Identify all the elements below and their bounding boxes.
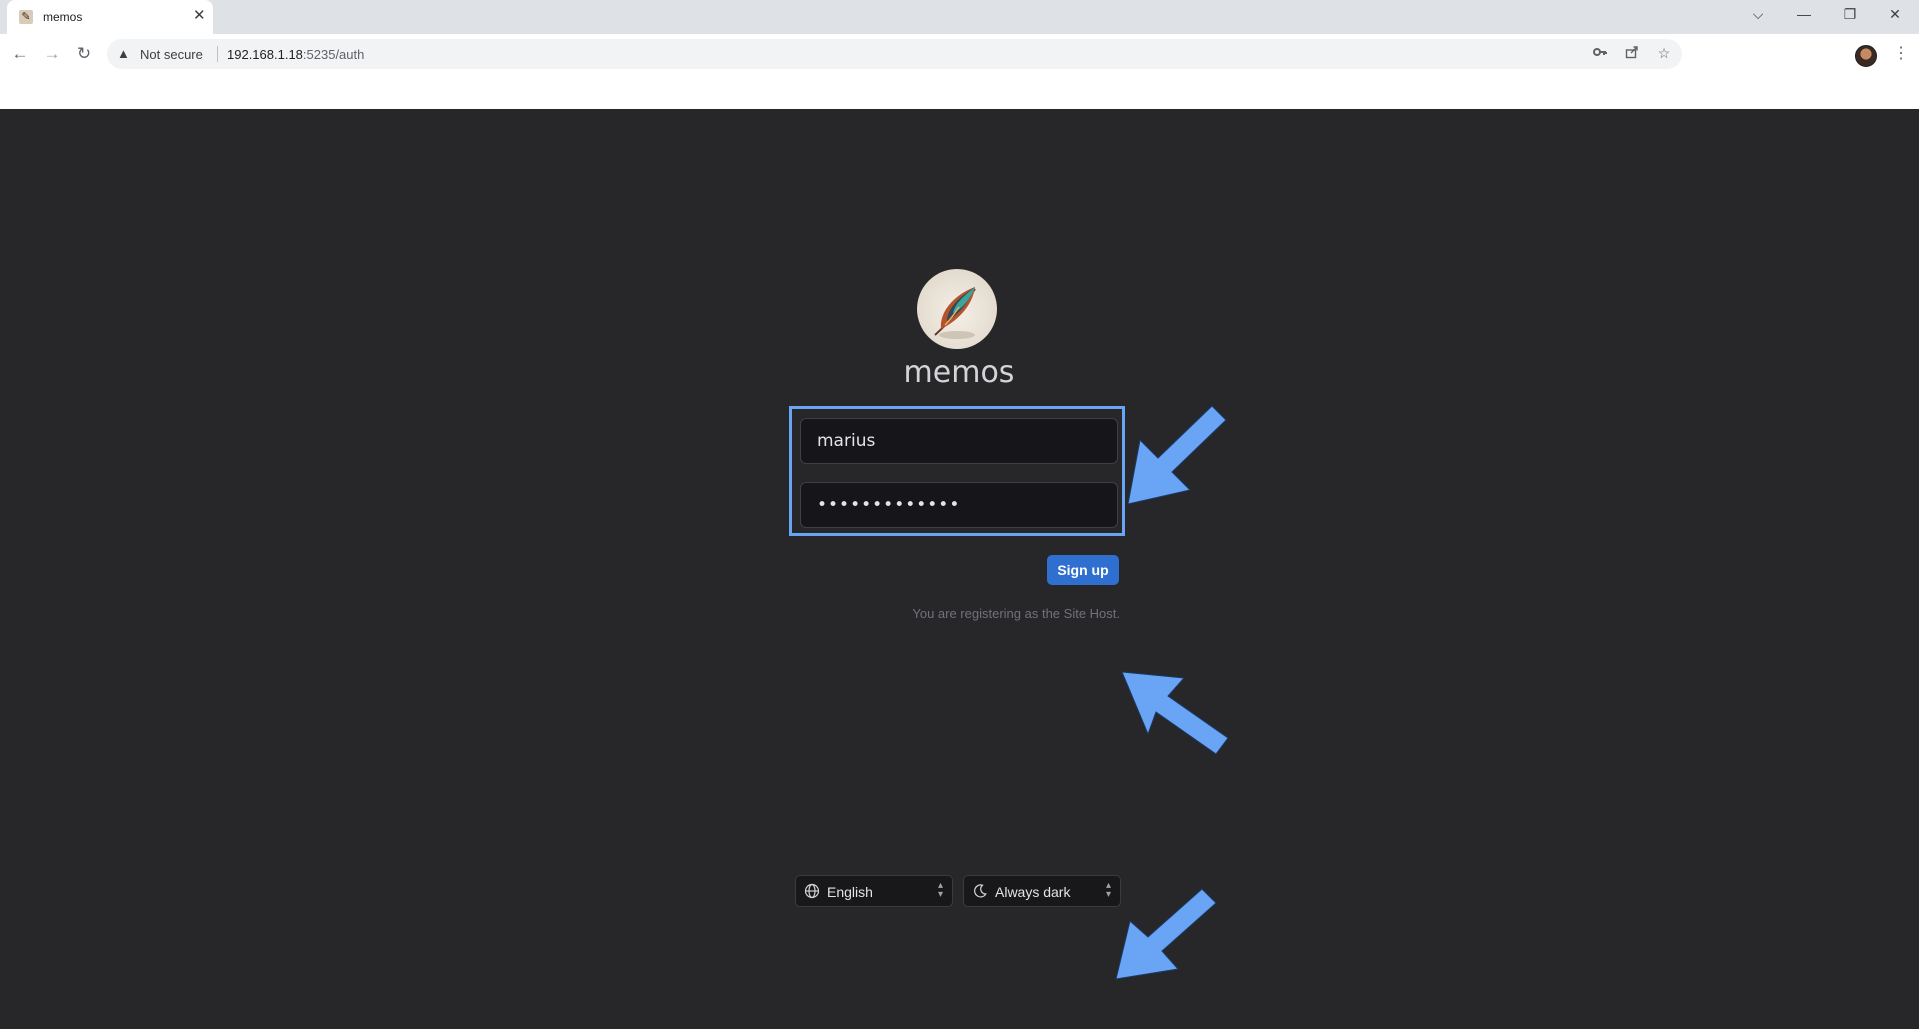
profile-avatar[interactable] [1855,45,1877,67]
tab-title: memos [43,10,83,24]
tab-search-icon[interactable]: ⌵ [1748,6,1768,22]
browser-tabstrip: ✎ memos ✕ ⌵ — ❐ ✕ [0,0,1919,34]
auth-page [0,109,1919,1029]
language-label: English [827,884,873,900]
browser-toolbar: ← → ↻ ▲ Not secure 192.168.1.18:5235/aut… [0,34,1919,75]
app-name: memos [903,355,1015,390]
address-separator [217,46,218,62]
select-chevron-icon: ▴ ▾ [937,880,943,900]
moon-icon [974,884,987,898]
restore-icon[interactable]: ❐ [1840,6,1860,22]
memos-favicon-icon: ✎ [19,10,33,24]
annotation-arrow-icon [1121,671,1229,755]
url-text[interactable]: 192.168.1.18:5235/auth [227,47,364,62]
browser-menu-icon[interactable]: ⋮ [1893,43,1909,63]
tab-close-icon[interactable]: ✕ [193,7,206,25]
password-input[interactable] [800,482,1118,528]
tab-memos[interactable]: ✎ memos ✕ [7,0,213,34]
forward-icon[interactable]: → [42,44,62,64]
security-label[interactable]: Not secure [140,47,203,62]
signup-button[interactable]: Sign up [1047,555,1119,585]
username-input[interactable] [800,418,1118,464]
bookmark-star-icon[interactable]: ☆ [1655,45,1673,62]
theme-label: Always dark [995,884,1071,900]
url-host: 192.168.1.18 [227,47,303,62]
language-select[interactable]: English ▴ ▾ [795,875,953,907]
minimize-icon[interactable]: — [1794,6,1814,22]
site-host-hint: You are registering as the Site Host. [912,606,1120,621]
address-bar[interactable]: ▲ Not secure 192.168.1.18:5235/auth ☆ [107,39,1682,69]
warning-icon[interactable]: ▲ [117,46,130,61]
back-icon[interactable]: ← [10,44,30,64]
feather-quill-icon [934,287,976,339]
theme-select[interactable]: Always dark ▴ ▾ [963,875,1121,907]
annotation-arrow-icon [1127,405,1227,505]
memos-logo [917,269,997,349]
window-close-icon[interactable]: ✕ [1885,6,1905,22]
reload-icon[interactable]: ↻ [74,44,94,64]
globe-icon [804,883,820,899]
select-chevron-icon: ▴ ▾ [1105,880,1111,900]
share-icon[interactable] [1623,45,1641,62]
browser-bar-spacer [0,75,1919,109]
key-icon[interactable] [1591,45,1609,62]
url-path: :5235/auth [302,47,365,62]
annotation-arrow-icon [1115,888,1217,980]
